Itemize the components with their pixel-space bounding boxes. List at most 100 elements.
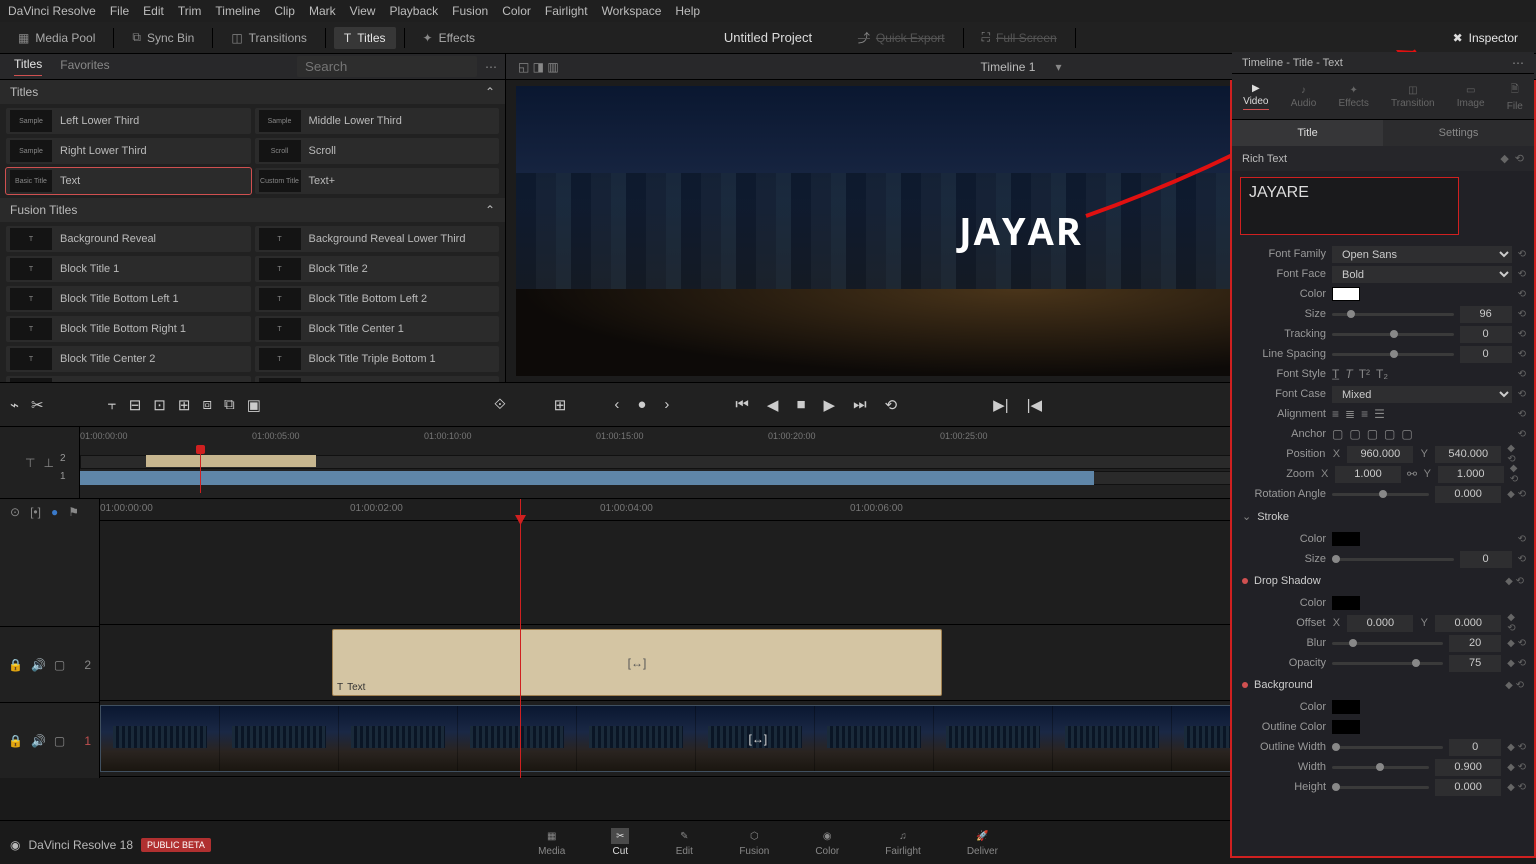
track-video-icon[interactable]: ▢ [54, 658, 65, 672]
reset-icon[interactable]: ⟲ [1518, 762, 1526, 773]
zoom-y-input[interactable] [1438, 466, 1504, 483]
last-frame-icon[interactable]: ⏭ [853, 396, 867, 413]
close-up-icon[interactable]: ⧈ [202, 396, 212, 413]
menu-timeline[interactable]: Timeline [215, 4, 260, 18]
lock-icon[interactable]: 🔒 [8, 658, 23, 672]
keyframe-icon[interactable]: ◆ [1507, 742, 1515, 753]
keyframe-icon[interactable]: ◆ [1510, 463, 1518, 474]
audio-trim-icon[interactable]: ● [51, 505, 58, 519]
fusion-title-item-7[interactable]: TBlock Title Center 1 [255, 316, 500, 342]
stop-icon[interactable]: ■ [796, 396, 805, 413]
stroke-size-input[interactable] [1460, 551, 1512, 568]
tracking-input[interactable] [1460, 326, 1512, 343]
transitions-button[interactable]: ◫Transitions [221, 27, 317, 49]
play-icon[interactable]: ▶ [824, 396, 836, 414]
inspector-tab-image[interactable]: ▭Image [1457, 85, 1485, 109]
fusion-title-item-8[interactable]: TBlock Title Center 2 [6, 346, 251, 372]
keyframe-icon[interactable]: ◆ [1507, 658, 1515, 669]
menu-trim[interactable]: Trim [178, 4, 202, 18]
fusion-title-item-1[interactable]: TBackground Reveal Lower Third [255, 226, 500, 252]
reset-icon[interactable]: ⟲ [1518, 534, 1526, 545]
lower-playhead[interactable] [520, 499, 521, 778]
fusion-title-item-2[interactable]: TBlock Title 1 [6, 256, 251, 282]
tab-favorites[interactable]: Favorites [60, 58, 109, 76]
reset-icon[interactable]: ⟲ [1518, 329, 1526, 340]
titles-section-header[interactable]: Titles⌃ [0, 80, 505, 104]
bg-outline-width-input[interactable] [1449, 739, 1501, 756]
menu-edit[interactable]: Edit [143, 4, 164, 18]
underline-icon[interactable]: T̲ [1332, 367, 1339, 381]
shadow-opacity-input[interactable] [1449, 655, 1501, 672]
quick-export-button[interactable]: ⤴Quick Export [848, 25, 955, 50]
subtab-title[interactable]: Title [1232, 120, 1383, 146]
title-item-0[interactable]: SampleLeft Lower Third [6, 108, 251, 134]
bg-height-input[interactable] [1435, 779, 1501, 796]
italic-icon[interactable]: T [1345, 367, 1352, 381]
inspector-button[interactable]: ✖Inspector [1443, 27, 1528, 49]
title-text-input[interactable]: JAYARE [1240, 177, 1459, 235]
menu-fusion[interactable]: Fusion [452, 4, 488, 18]
link-icon[interactable]: ⚯ [1407, 467, 1417, 481]
media-pool-button[interactable]: ▦Media Pool [8, 27, 105, 49]
reset-icon[interactable]: ⟲ [1518, 249, 1526, 260]
menu-color[interactable]: Color [502, 4, 531, 18]
marker-icon[interactable]: [•] [30, 505, 41, 519]
track-audio-icon[interactable]: 🔊 [31, 734, 46, 748]
fusion-title-item-4[interactable]: TBlock Title Bottom Left 1 [6, 286, 251, 312]
stroke-color-swatch[interactable] [1332, 532, 1360, 546]
append-icon[interactable]: ⊡ [153, 396, 166, 414]
smart-insert-icon[interactable]: ⊟ [129, 396, 142, 414]
shadow-blur-input[interactable] [1449, 635, 1501, 652]
align-justify-icon[interactable]: ☰ [1374, 407, 1385, 421]
anchor-tr-icon[interactable]: ▢ [1367, 427, 1378, 441]
view-opts-icon[interactable]: ⊞ [554, 396, 567, 414]
inspector-tab-file[interactable]: 🗎File [1507, 82, 1523, 112]
shadow-color-swatch[interactable] [1332, 596, 1360, 610]
title-item-2[interactable]: SampleRight Lower Third [6, 138, 251, 164]
fusion-title-item-5[interactable]: TBlock Title Bottom Left 2 [255, 286, 500, 312]
stroke-header[interactable]: Stroke [1257, 511, 1289, 523]
keyframe-icon[interactable]: ◆ [1507, 782, 1515, 793]
nav-fairlight[interactable]: ♫Fairlight [885, 828, 921, 857]
zoom-x-input[interactable] [1335, 466, 1401, 483]
keyframe-icon[interactable]: ◆ [1507, 489, 1515, 500]
reset-icon[interactable]: ⟲ [1518, 658, 1526, 669]
title-item-3[interactable]: ScrollScroll [255, 138, 500, 164]
jog-next-icon[interactable]: › [664, 396, 669, 413]
anchor-ml-icon[interactable]: ▢ [1384, 427, 1395, 441]
font-face-select[interactable]: Bold [1332, 266, 1512, 283]
cut-icon[interactable]: ✂ [31, 396, 44, 414]
mini-video-clip[interactable] [80, 471, 1094, 485]
nav-color[interactable]: ◉Color [815, 828, 839, 857]
reset-icon[interactable]: ⟲ [1518, 489, 1526, 500]
anchor-tc-icon[interactable]: ▢ [1349, 427, 1360, 441]
bg-outline-color-swatch[interactable] [1332, 720, 1360, 734]
play-reverse-icon[interactable]: ◀ [767, 396, 779, 414]
nav-deliver[interactable]: 🚀Deliver [967, 828, 998, 857]
tools-icon[interactable]: ⟐ [494, 396, 506, 413]
reset-icon[interactable]: ⟲ [1518, 269, 1526, 280]
place-on-top-icon[interactable]: ⧉ [224, 396, 235, 413]
title-item-4[interactable]: Basic TitleText [6, 168, 251, 194]
menu-clip[interactable]: Clip [274, 4, 295, 18]
font-case-select[interactable]: Mixed [1332, 386, 1512, 403]
snap-icon[interactable]: ⊙ [10, 505, 20, 519]
inspector-tab-audio[interactable]: ♪Audio [1291, 85, 1317, 109]
reset-icon[interactable]: ⟲ [1518, 742, 1526, 753]
tracking-slider[interactable] [1332, 333, 1454, 336]
shadow-opacity-slider[interactable] [1332, 662, 1443, 665]
loop-playback-icon[interactable]: ⟲ [885, 396, 898, 414]
menu-file[interactable]: File [110, 4, 129, 18]
drop-shadow-header[interactable]: Drop Shadow [1254, 575, 1321, 587]
reset-icon[interactable]: ⟲ [1518, 369, 1526, 380]
effects-button[interactable]: ✦Effects [413, 27, 486, 49]
nav-edit[interactable]: ✎Edit [675, 828, 693, 857]
track-audio-icon[interactable]: 🔊 [31, 658, 46, 672]
keyframe-icon[interactable]: ◆ [1507, 443, 1515, 454]
reset-icon[interactable]: ⟲ [1518, 409, 1526, 420]
titles-button[interactable]: TTitles [334, 27, 396, 49]
menu-app[interactable]: DaVinci Resolve [8, 4, 96, 18]
lock-icon[interactable]: 🔒 [8, 734, 23, 748]
menu-view[interactable]: View [350, 4, 376, 18]
keyframe-icon[interactable]: ◆ [1507, 638, 1515, 649]
